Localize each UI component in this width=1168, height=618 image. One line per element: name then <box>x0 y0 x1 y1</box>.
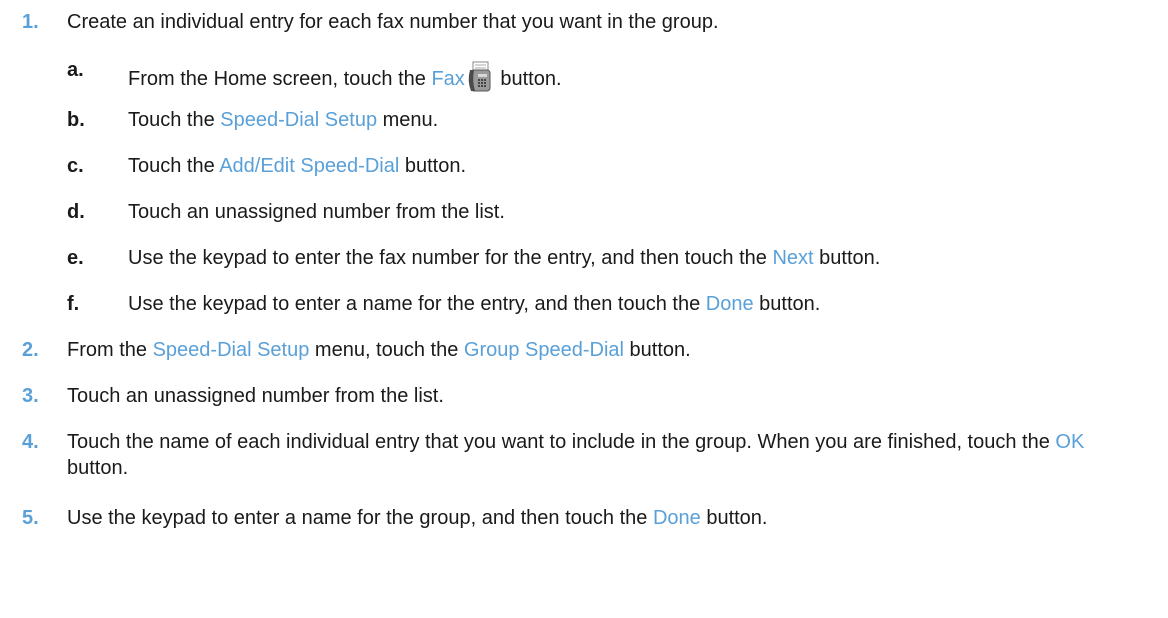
step-text: From the Speed-Dial Setup menu, touch th… <box>67 339 691 361</box>
ok-link[interactable]: OK <box>1055 431 1084 453</box>
step-number: 3. <box>22 385 39 407</box>
substep-letter: e. <box>67 247 84 269</box>
step-text: Touch the name of each individual entry … <box>67 431 1085 479</box>
substep-letter: f. <box>67 293 80 315</box>
substep-text: Touch the Add/Edit Speed-Dial button. <box>128 155 467 177</box>
step-number: 1. <box>22 11 39 33</box>
done-link[interactable]: Done <box>653 507 701 529</box>
done-link[interactable]: Done <box>706 293 754 315</box>
substep-letter: a. <box>67 59 84 81</box>
step-number: 4. <box>22 431 39 453</box>
substep-text: From the Home screen, touch the Fax butt… <box>128 61 562 93</box>
substep-letter: c. <box>67 155 84 177</box>
substep-text: Use the keypad to enter a name for the e… <box>128 293 821 315</box>
step-number: 2. <box>22 339 39 361</box>
add-edit-speed-dial-link[interactable]: Add/Edit Speed-Dial <box>219 155 399 177</box>
substep-letter: d. <box>67 201 85 223</box>
step-text: Touch an unassigned number from the list… <box>67 385 444 407</box>
substep-text: Use the keypad to enter the fax number f… <box>128 247 881 269</box>
step-text: Create an individual entry for each fax … <box>67 11 719 33</box>
substep-text: Touch the Speed-Dial Setup menu. <box>128 109 439 131</box>
fax-icon <box>467 61 493 93</box>
step-number: 5. <box>22 507 39 529</box>
speed-dial-setup-link[interactable]: Speed-Dial Setup <box>153 339 310 361</box>
fax-link[interactable]: Fax <box>431 68 464 90</box>
substep-text: Touch an unassigned number from the list… <box>128 201 505 223</box>
speed-dial-setup-link[interactable]: Speed-Dial Setup <box>220 109 377 131</box>
step-text: Use the keypad to enter a name for the g… <box>67 507 768 529</box>
substep-letter: b. <box>67 109 85 131</box>
group-speed-dial-link[interactable]: Group Speed-Dial <box>464 339 624 361</box>
next-link[interactable]: Next <box>772 247 813 269</box>
